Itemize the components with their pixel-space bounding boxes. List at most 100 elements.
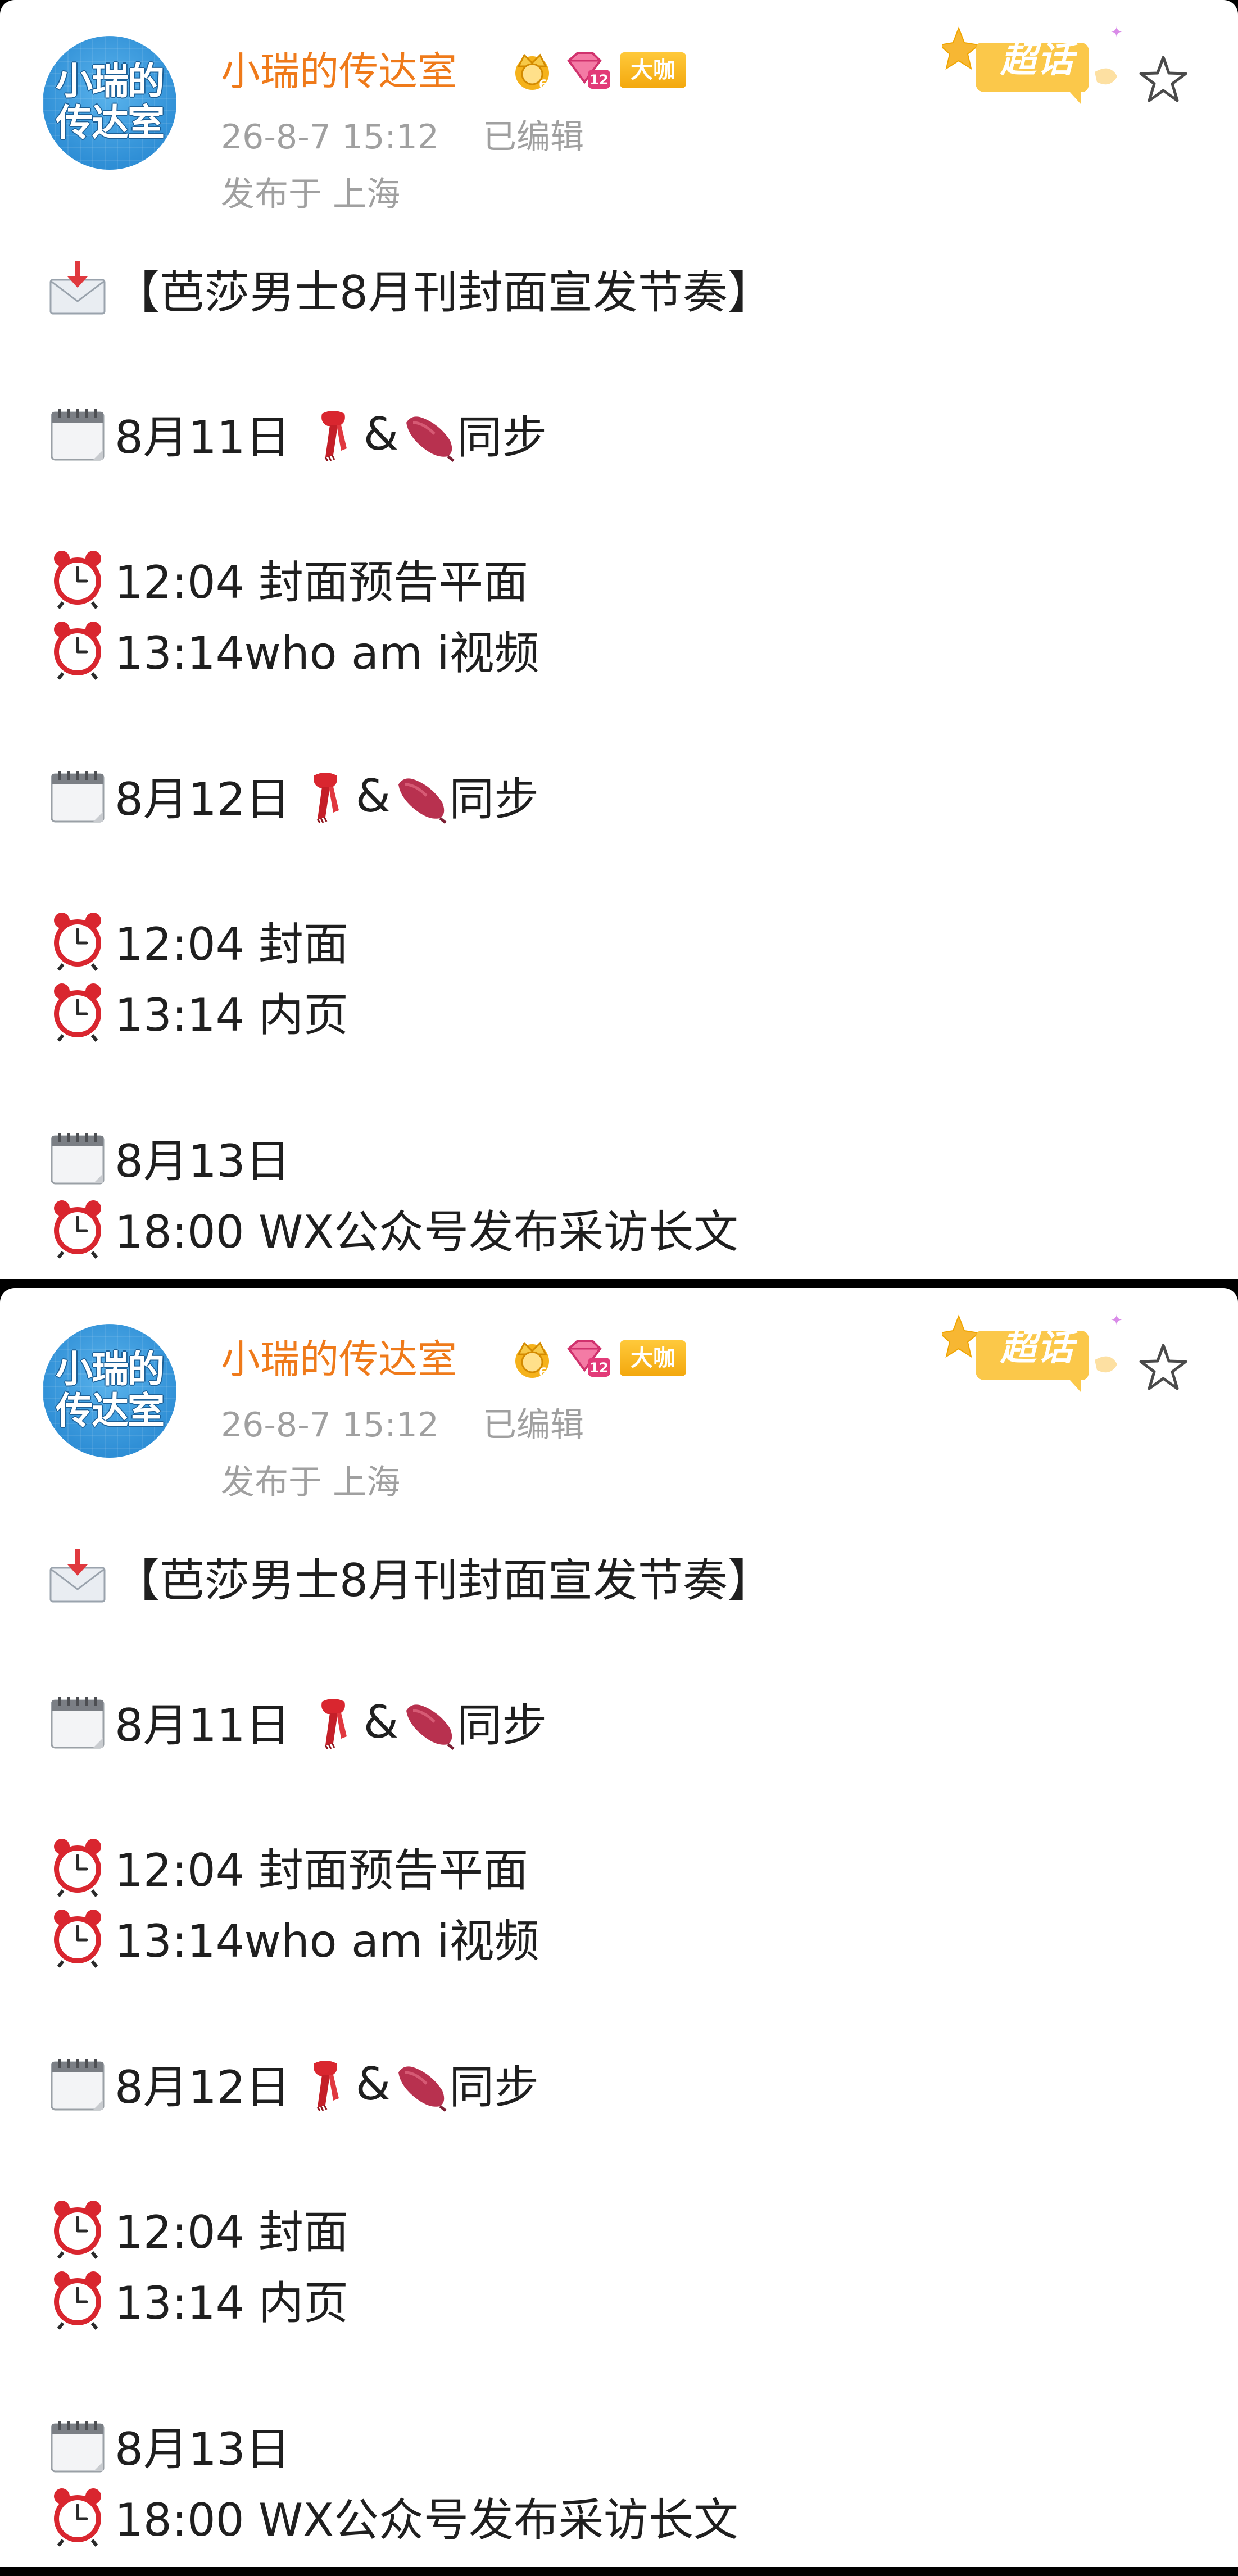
day1-sync: 同步: [457, 411, 547, 464]
day2-date: 8月12日: [115, 773, 291, 826]
day1-amp: &: [363, 1695, 399, 1748]
schedule-day-3: 8月13日: [46, 2412, 291, 2479]
scarf-icon: [313, 773, 339, 823]
day2-sync: 同步: [449, 773, 539, 826]
day2-date: 8月12日: [115, 2061, 291, 2114]
supertopic-label[interactable]: 超话: [1000, 40, 1074, 80]
day1-item-1: 12:04 封面预告平面: [115, 556, 528, 609]
day2-amp: &: [355, 2057, 391, 2110]
day1-amp: &: [363, 407, 399, 460]
svg-text:✦: ✦: [1110, 1312, 1122, 1329]
alarm-clock-icon: [54, 1200, 101, 1259]
level-number: 12: [589, 1360, 608, 1376]
alarm-clock-icon: [54, 551, 101, 609]
vip-badge[interactable]: 大咖: [620, 52, 686, 88]
crown-badge-icon[interactable]: 6: [510, 47, 555, 92]
day1-date: 8月11日: [115, 411, 291, 464]
sweet-potato-icon: [398, 2066, 447, 2112]
avatar-text-line1: 小瑞的: [56, 1348, 165, 1391]
username[interactable]: 小瑞的传达室: [221, 46, 457, 97]
day1-sync: 同步: [457, 1699, 547, 1752]
alarm-clock-icon: [54, 1910, 101, 1968]
day1-item-1: 12:04 封面预告平面: [115, 1844, 528, 1897]
day1-item-2: 13:14who am i视频: [115, 1915, 539, 1967]
day2-sync: 同步: [449, 2061, 539, 2114]
favorite-star-icon[interactable]: [1136, 1341, 1190, 1395]
day3-date: 8月13日: [115, 2423, 291, 2475]
sweet-potato-icon: [398, 778, 447, 824]
sweet-potato-icon: [406, 416, 455, 462]
schedule-item: 13:14who am i视频: [46, 1904, 539, 1971]
schedule-day-2: 8月12日 & 同步: [46, 2050, 539, 2117]
username[interactable]: 小瑞的传达室: [221, 1334, 457, 1385]
scarf-icon: [321, 411, 347, 461]
post-time: 26-8-7 15:12: [221, 1405, 439, 1445]
post-time: 26-8-7 15:12: [221, 117, 439, 157]
vip-badge[interactable]: 大咖: [620, 1340, 686, 1376]
post-meta: 26-8-7 15:12 已编辑: [221, 1403, 584, 1448]
day1-item-2: 13:14who am i视频: [115, 627, 539, 679]
day3-date: 8月13日: [115, 1135, 291, 1187]
day2-item-1: 12:04 封面: [115, 918, 348, 970]
alarm-clock-icon: [54, 2271, 101, 2330]
sweet-potato-icon: [406, 1704, 455, 1750]
incoming-envelope-icon: [49, 261, 106, 315]
day2-item-1: 12:04 封面: [115, 2206, 348, 2258]
calendar-icon: [51, 409, 105, 461]
avatar[interactable]: 小瑞的 传达室: [43, 1324, 176, 1458]
avatar-text-line2: 传达室: [56, 101, 165, 144]
calendar-icon: [51, 771, 105, 823]
schedule-item: 12:04 封面: [46, 2195, 348, 2262]
post-meta: 26-8-7 15:12 已编辑: [221, 115, 584, 160]
alarm-clock-icon: [54, 2488, 101, 2547]
schedule-day-2: 8月12日 & 同步: [46, 762, 539, 829]
day3-item-1: 18:00 WX公众号发布采访长文: [115, 2494, 738, 2546]
schedule-day-1: 8月11日 & 同步: [46, 1688, 547, 1756]
incoming-envelope-icon: [49, 1549, 106, 1603]
post-title: 【芭莎男士8月刊封面宣发节奏】: [115, 266, 773, 319]
alarm-clock-icon: [54, 1839, 101, 1897]
day1-date: 8月11日: [115, 1699, 291, 1752]
level-number: 12: [589, 72, 608, 88]
alarm-clock-icon: [54, 913, 101, 971]
schedule-item: 13:14 内页: [46, 2266, 348, 2333]
alarm-clock-icon: [54, 2201, 101, 2259]
schedule-item: 13:14who am i视频: [46, 616, 539, 683]
svg-text:6: 6: [539, 1366, 547, 1380]
scarf-icon: [321, 1699, 347, 1749]
avatar[interactable]: 小瑞的 传达室: [43, 36, 176, 170]
alarm-clock-icon: [54, 983, 101, 1042]
post-location: 发布于 上海: [221, 175, 401, 214]
level-diamond-icon[interactable]: 12: [563, 49, 613, 92]
edited-label[interactable]: 已编辑: [483, 117, 584, 157]
calendar-icon: [51, 2059, 105, 2111]
schedule-item: 12:04 封面预告平面: [46, 1833, 528, 1901]
schedule-day-3: 8月13日: [46, 1124, 291, 1191]
svg-text:✦: ✦: [1110, 24, 1122, 41]
supertopic-label[interactable]: 超话: [1000, 1328, 1074, 1368]
day2-amp: &: [355, 769, 391, 822]
weibo-post-card: 小瑞的 传达室 小瑞的传达室 6 12 大咖 ✦ 超话 26-8-7 15:12…: [0, 0, 1238, 1279]
favorite-star-icon[interactable]: [1136, 53, 1190, 107]
level-diamond-icon[interactable]: 12: [563, 1337, 613, 1380]
edited-label[interactable]: 已编辑: [483, 1405, 584, 1445]
day2-item-2: 13:14 内页: [115, 989, 348, 1041]
schedule-item: 18:00 WX公众号发布采访长文: [46, 1195, 738, 1262]
schedule-item: 12:04 封面: [46, 907, 348, 974]
schedule-item: 18:00 WX公众号发布采访长文: [46, 2483, 738, 2550]
day2-item-2: 13:14 内页: [115, 2277, 348, 2329]
weibo-post-card: 小瑞的 传达室 小瑞的传达室 6 12 大咖 ✦ 超话 26-8-7 15:12…: [0, 1288, 1238, 2567]
svg-text:6: 6: [539, 78, 547, 92]
day3-item-1: 18:00 WX公众号发布采访长文: [115, 1206, 738, 1258]
post-title-line: 【芭莎男士8月刊封面宣发节奏】: [46, 255, 773, 323]
schedule-item: 13:14 内页: [46, 978, 348, 1045]
crown-badge-icon[interactable]: 6: [510, 1335, 555, 1380]
post-title-line: 【芭莎男士8月刊封面宣发节奏】: [46, 1543, 773, 1611]
schedule-item: 12:04 封面预告平面: [46, 545, 528, 613]
calendar-icon: [51, 1697, 105, 1749]
alarm-clock-icon: [54, 622, 101, 680]
schedule-day-1: 8月11日 & 同步: [46, 400, 547, 468]
avatar-text-line2: 传达室: [56, 1389, 165, 1432]
calendar-icon: [51, 2421, 105, 2473]
avatar-text-line1: 小瑞的: [56, 60, 165, 103]
